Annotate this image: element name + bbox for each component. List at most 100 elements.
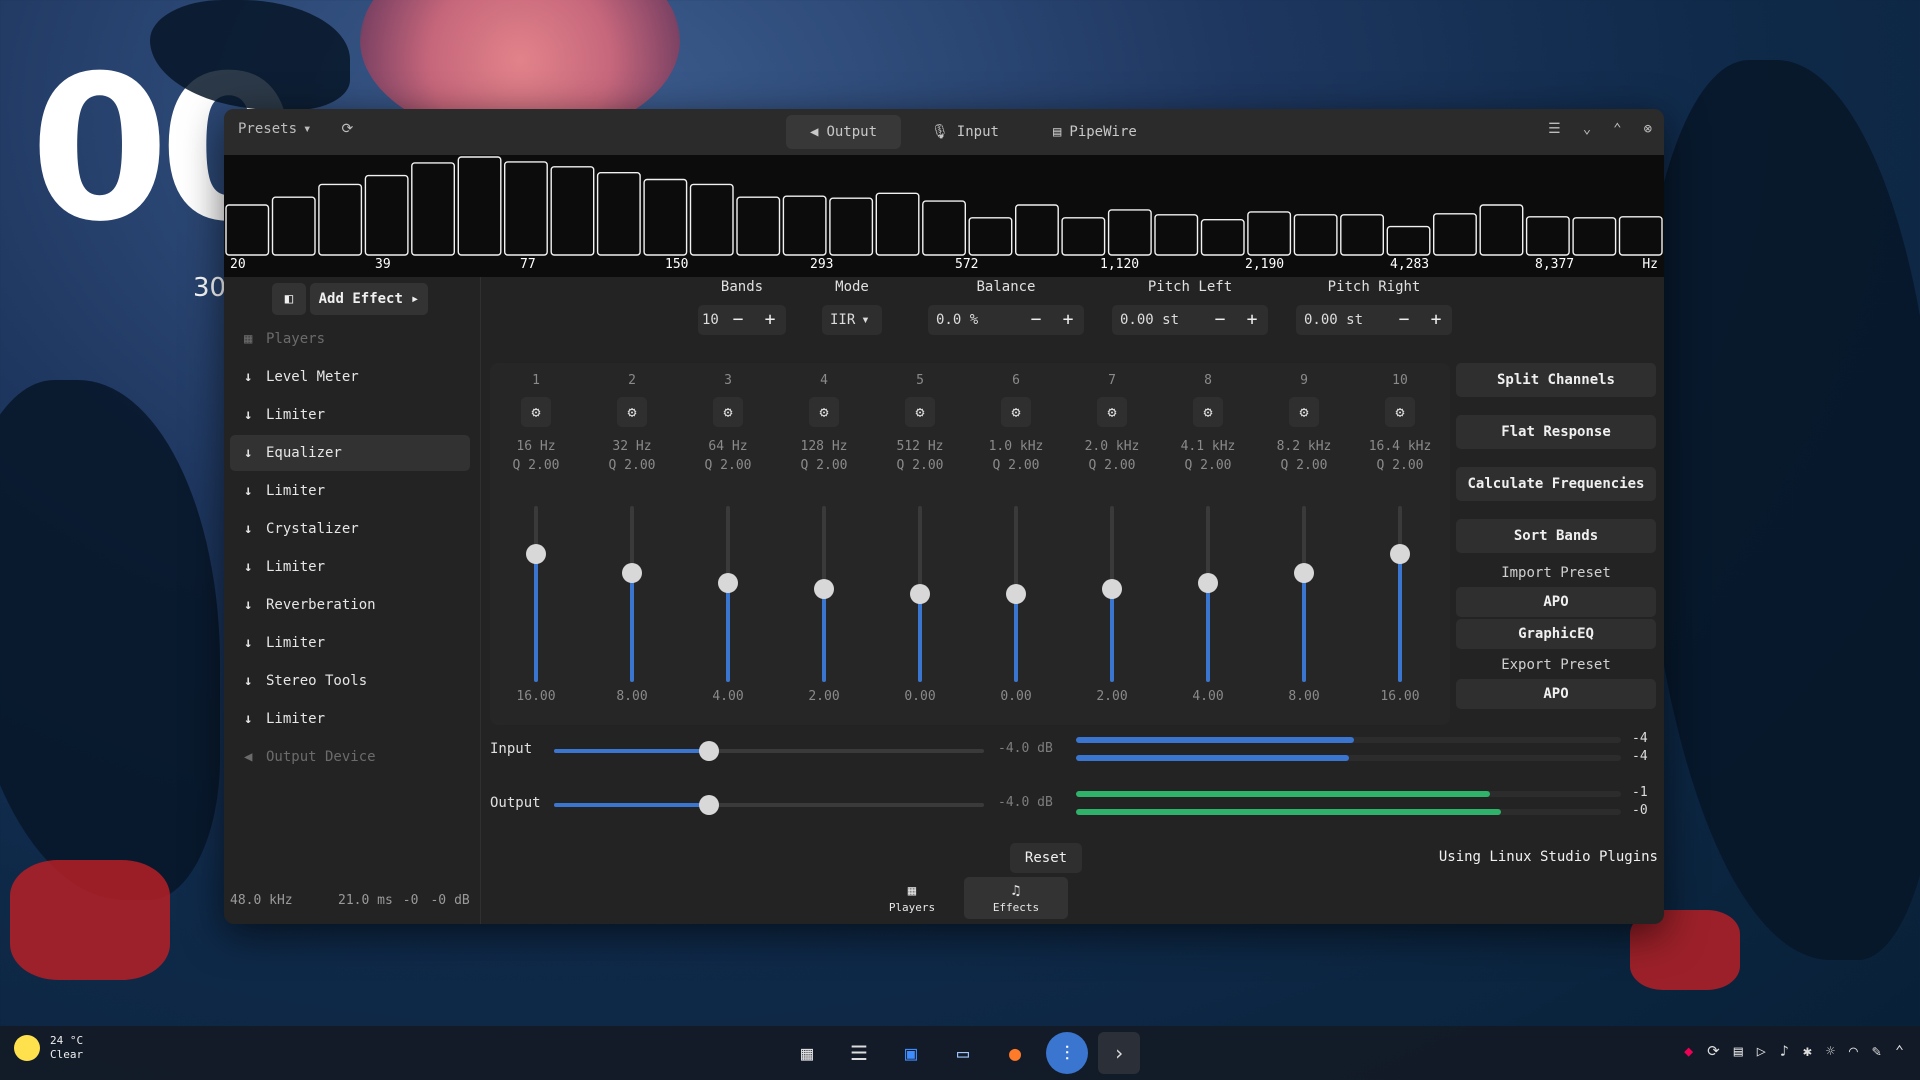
close-icon[interactable]: ⊗	[1644, 121, 1652, 137]
maximize-icon[interactable]: ⌃	[1613, 121, 1621, 137]
bypass-toggle-icon[interactable]: ⟳	[341, 121, 353, 137]
band-gain-slider[interactable]	[814, 506, 834, 682]
gear-icon: ⚙	[627, 403, 637, 421]
sync-icon[interactable]: ⟳	[1707, 1042, 1720, 1060]
balance-input[interactable]: 0.0 %	[928, 305, 1020, 335]
calculate-frequencies-button[interactable]: Calculate Frequencies	[1456, 467, 1656, 501]
band-gain-slider-handle[interactable]	[718, 573, 738, 594]
sidebar-item-level-meter[interactable]: ↓ Level Meter	[230, 359, 470, 395]
easyeffects-icon[interactable]: ⫶	[1046, 1032, 1088, 1074]
band-settings-button[interactable]: ⚙	[1385, 397, 1415, 427]
pitch-right-increment-button[interactable]: +	[1420, 305, 1452, 335]
reset-button[interactable]: Reset	[1010, 843, 1082, 873]
sidebar-item-limiter[interactable]: ↓ Limiter	[230, 473, 470, 509]
terminal-icon[interactable]: ›	[1098, 1032, 1140, 1074]
balance-decrement-button[interactable]: −	[1020, 305, 1052, 335]
sidebar-item-players[interactable]: ▦ Players	[230, 321, 470, 357]
pitch-right-input[interactable]: 0.00 st	[1296, 305, 1388, 335]
band-settings-button[interactable]: ⚙	[905, 397, 935, 427]
band-gain-slider[interactable]	[718, 506, 738, 682]
tab-pipewire[interactable]: ▤ PipeWire	[1029, 115, 1161, 149]
band-settings-button[interactable]: ⚙	[1001, 397, 1031, 427]
output-gain-slider-handle[interactable]	[698, 795, 719, 815]
add-effect-button[interactable]: Add Effect ▸	[310, 283, 428, 315]
software-store-icon[interactable]: ▣	[890, 1032, 932, 1074]
app-launcher-icon[interactable]: ▦	[786, 1032, 828, 1074]
band-gain-slider-handle[interactable]	[1294, 562, 1314, 583]
output-gain-slider[interactable]	[554, 795, 984, 815]
band-settings-button[interactable]: ⚙	[713, 397, 743, 427]
import-graphiceq-button[interactable]: GraphicEQ	[1456, 619, 1656, 649]
band-gain-slider[interactable]	[1006, 506, 1026, 682]
tab-output[interactable]: ◀ Output	[786, 115, 902, 149]
band-gain-slider-handle[interactable]	[1006, 584, 1026, 604]
bands-increment-button[interactable]: +	[754, 305, 786, 335]
file-manager-icon[interactable]: ▭	[942, 1032, 984, 1074]
import-apo-button[interactable]: APO	[1456, 587, 1656, 617]
band-settings-button[interactable]: ⚙	[1289, 397, 1319, 427]
band-settings-button[interactable]: ⚙	[809, 397, 839, 427]
band-gain-slider-handle[interactable]	[814, 578, 834, 599]
media-play-icon[interactable]: ▷	[1757, 1042, 1766, 1060]
sidebar-item-stereo-tools[interactable]: ↓ Stereo Tools	[230, 663, 470, 699]
sidebar-item-limiter[interactable]: ↓ Limiter	[230, 397, 470, 433]
band-gain-slider-handle[interactable]	[1390, 543, 1410, 564]
band-gain-slider-handle[interactable]	[910, 584, 930, 604]
sidebar-item-limiter[interactable]: ↓ Limiter	[230, 549, 470, 585]
input-gain-slider-handle[interactable]	[698, 741, 719, 761]
clipboard-icon[interactable]: ▤	[1734, 1042, 1743, 1060]
band-gain-slider[interactable]	[1294, 506, 1314, 682]
presets-menu-button[interactable]: Presets ▾	[238, 121, 311, 137]
band-settings-button[interactable]: ⚙	[617, 397, 647, 427]
sidebar-item-limiter[interactable]: ↓ Limiter	[230, 625, 470, 661]
balance-increment-button[interactable]: +	[1052, 305, 1084, 335]
band-settings-button[interactable]: ⚙	[1193, 397, 1223, 427]
weather-widget[interactable]: 24 °C Clear	[14, 1034, 83, 1062]
bands-decrement-button[interactable]: −	[722, 305, 754, 335]
sidebar-item-crystalizer[interactable]: ↓ Crystalizer	[230, 511, 470, 547]
wifi-icon[interactable]: ◠	[1849, 1042, 1858, 1060]
pitch-left-increment-button[interactable]: +	[1236, 305, 1268, 335]
band-gain-slider-handle[interactable]	[526, 543, 546, 564]
pitch-left-input[interactable]: 0.00 st	[1112, 305, 1204, 335]
band-gain-slider[interactable]	[526, 506, 546, 682]
band-gain-slider-handle[interactable]	[1102, 578, 1122, 599]
pin-icon[interactable]: ✎	[1872, 1042, 1881, 1060]
band-settings-button[interactable]: ⚙	[521, 397, 551, 427]
input-gain-slider[interactable]	[554, 741, 984, 761]
band-gain-slider[interactable]	[1390, 506, 1410, 682]
bottom-tab-effects[interactable]: ♫ Effects	[964, 877, 1068, 919]
sidebar-item-reverberation[interactable]: ↓ Reverberation	[230, 587, 470, 623]
split-channels-button[interactable]: Split Channels	[1456, 363, 1656, 397]
band-settings-button[interactable]: ⚙	[1097, 397, 1127, 427]
pitch-right-decrement-button[interactable]: −	[1388, 305, 1420, 335]
bottom-tab-players[interactable]: ▦ Players	[860, 877, 964, 919]
hamburger-menu-icon[interactable]: ☰	[1548, 121, 1561, 137]
toggle-sidebar-button[interactable]: ◧	[272, 283, 306, 315]
band-gain-slider[interactable]	[1198, 506, 1218, 682]
band-gain-slider[interactable]	[910, 506, 930, 682]
flat-response-button[interactable]: Flat Response	[1456, 415, 1656, 449]
band-gain-slider-handle[interactable]	[1198, 573, 1218, 594]
pitch-left-decrement-button[interactable]: −	[1204, 305, 1236, 335]
bluetooth-icon[interactable]: ✱	[1803, 1042, 1812, 1060]
tab-input[interactable]: 🎙 Input	[907, 115, 1023, 149]
export-apo-button[interactable]: APO	[1456, 679, 1656, 709]
brightness-icon[interactable]: ☼	[1826, 1042, 1835, 1060]
sidebar-item-limiter[interactable]: ↓ Limiter	[230, 701, 470, 737]
sidebar-item-equalizer[interactable]: ↓ Equalizer	[230, 435, 470, 471]
firefox-icon[interactable]: ●	[994, 1032, 1036, 1074]
tray-expand-icon[interactable]: ⌃	[1895, 1042, 1904, 1060]
system-settings-icon[interactable]: ☰	[838, 1032, 880, 1074]
sort-bands-button[interactable]: Sort Bands	[1456, 519, 1656, 553]
volume-icon[interactable]: ♪	[1780, 1042, 1789, 1060]
band-gain-slider[interactable]	[622, 506, 642, 682]
microphone-icon: 🎙	[931, 124, 949, 140]
band-gain-slider[interactable]	[1102, 506, 1122, 682]
minimize-icon[interactable]: ⌄	[1583, 121, 1591, 137]
mode-dropdown[interactable]: IIR ▾	[822, 305, 882, 335]
tray-app-icon[interactable]: ◆	[1684, 1042, 1693, 1060]
band-gain-slider-handle[interactable]	[622, 562, 642, 583]
bands-input[interactable]: 10	[698, 305, 722, 335]
sidebar-item-output-device[interactable]: ◀ Output Device	[230, 739, 470, 775]
